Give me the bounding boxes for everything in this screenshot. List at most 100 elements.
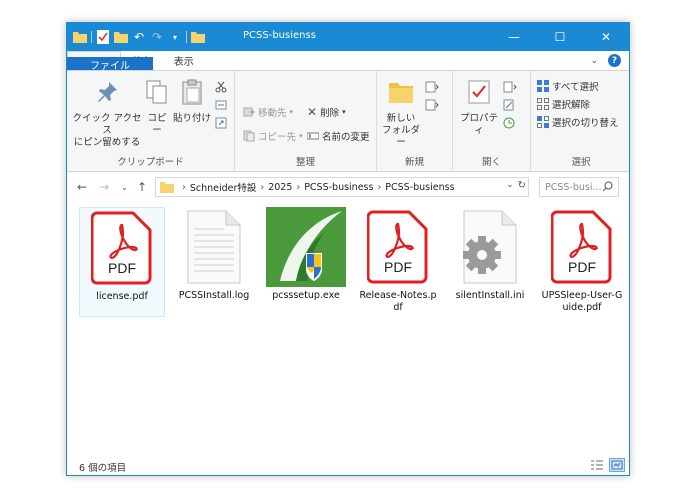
- file-item[interactable]: PDF UPSSleep-User-Guide.pdf: [539, 207, 625, 317]
- recent-locations-chevron-icon[interactable]: ⌄: [121, 183, 128, 192]
- new-folder-button[interactable]: 新しい フォルダー: [381, 79, 421, 149]
- pdf-icon-label: PDF: [384, 259, 412, 275]
- file-name: silentInstall.ini: [455, 290, 525, 301]
- back-arrow-icon[interactable]: ←: [77, 180, 87, 194]
- toolbar-separator: [186, 31, 187, 43]
- refresh-icon[interactable]: ↻: [518, 180, 526, 191]
- pin-icon: [94, 79, 120, 109]
- paste-shortcut-icon[interactable]: [215, 117, 227, 129]
- select-all-button[interactable]: すべて選択: [537, 79, 598, 93]
- invert-selection-label: 選択の切り替え: [552, 118, 619, 129]
- open-group: プロパティ 開く: [453, 71, 531, 171]
- details-view-icon[interactable]: [589, 458, 605, 472]
- minimize-button[interactable]: —: [491, 23, 537, 51]
- redo-icon[interactable]: ↷: [150, 29, 164, 45]
- breadcrumb-separator: ›: [182, 181, 186, 193]
- view-toggle: [589, 458, 625, 472]
- copy-label: コピー: [147, 113, 167, 136]
- select-none-icon: [537, 98, 549, 110]
- forward-arrow-icon[interactable]: →: [99, 180, 109, 194]
- rename-button[interactable]: 名前の変更: [306, 129, 370, 143]
- delete-label: 削除: [320, 108, 340, 119]
- new-folder-icon[interactable]: [114, 29, 128, 45]
- search-input[interactable]: PCSS-busi...: [539, 177, 619, 197]
- select-none-button[interactable]: 選択解除: [537, 97, 590, 111]
- file-name: PCSSInstall.log: [178, 290, 250, 301]
- file-item[interactable]: silentInstall.ini: [447, 207, 533, 317]
- file-item[interactable]: PDF license.pdf: [79, 207, 165, 317]
- maximize-button[interactable]: ☐: [537, 23, 583, 51]
- address-bar[interactable]: › Schneider特設 › 2025 › PCSS-business › P…: [155, 177, 529, 197]
- copy-to-icon: [243, 130, 255, 142]
- folder-icon: [73, 29, 87, 45]
- up-arrow-icon[interactable]: ↑: [137, 180, 147, 194]
- folder-icon: [160, 181, 174, 193]
- installer-icon: [266, 207, 346, 287]
- rename-label: 名前の変更: [322, 132, 370, 143]
- copy-to-button[interactable]: コピー先 ▾: [243, 129, 303, 143]
- file-item[interactable]: pcsssetup.exe: [263, 207, 349, 317]
- log-file-icon: [174, 207, 254, 287]
- delete-button[interactable]: ✕ 削除 ▾: [307, 105, 346, 119]
- close-button[interactable]: ✕: [583, 23, 629, 51]
- breadcrumb-item[interactable]: Schneider特設: [190, 180, 257, 194]
- new-item-icon[interactable]: [425, 81, 439, 93]
- select-group-label: 選択: [571, 157, 591, 168]
- properties-icon[interactable]: [96, 29, 110, 45]
- large-icons-view-icon[interactable]: [609, 458, 625, 472]
- copy-to-label: コピー先: [258, 132, 297, 143]
- move-to-button[interactable]: 移動先 ▾: [243, 105, 293, 119]
- file-list: PDF license.pdf PCSSInstall.log pcsssetu…: [67, 201, 629, 457]
- file-item[interactable]: PDF Release-Notes.pdf: [355, 207, 441, 317]
- address-bar-actions: ⌄ ↻: [506, 180, 526, 191]
- pin-label-line2: にピン留めする: [73, 137, 141, 148]
- breadcrumb-separator: ›: [260, 181, 265, 193]
- breadcrumb-item[interactable]: PCSS-business: [304, 182, 373, 193]
- tab-view[interactable]: 表示: [163, 51, 205, 70]
- invert-selection-button[interactable]: 選択の切り替え: [537, 115, 619, 129]
- breadcrumb-item[interactable]: 2025: [268, 182, 292, 193]
- select-none-label: 選択解除: [552, 100, 591, 111]
- chevron-down-icon: ▾: [299, 132, 303, 140]
- move-to-label: 移動先: [258, 108, 287, 119]
- copy-path-icon[interactable]: [215, 99, 227, 111]
- open-icon[interactable]: [503, 81, 517, 93]
- delete-icon: ✕: [307, 105, 318, 119]
- cut-icon[interactable]: [215, 81, 227, 93]
- file-name: Release-Notes.pdf: [359, 290, 437, 313]
- window-controls: — ☐ ✕: [491, 23, 629, 51]
- properties-icon: [466, 79, 492, 109]
- easy-access-icon[interactable]: [425, 99, 439, 111]
- breadcrumb-separator: ›: [377, 181, 382, 193]
- chevron-down-icon[interactable]: ⌄: [506, 180, 514, 191]
- pdf-icon-label: PDF: [568, 259, 596, 275]
- copy-button[interactable]: コピー: [143, 79, 171, 137]
- chevron-down-icon[interactable]: ⌄: [590, 56, 598, 66]
- chevron-down-icon: ▾: [342, 108, 346, 116]
- undo-icon[interactable]: ↶: [132, 29, 146, 45]
- edit-icon[interactable]: [503, 99, 515, 111]
- new-group: 新しい フォルダー 新規: [377, 71, 453, 171]
- pin-quick-access-button[interactable]: クイック アクセス にピン留めする: [71, 79, 143, 149]
- history-icon[interactable]: [503, 117, 515, 129]
- window-title: PCSS-busienss: [243, 30, 316, 41]
- file-item[interactable]: PCSSInstall.log: [171, 207, 257, 317]
- properties-button[interactable]: プロパティ: [457, 79, 501, 137]
- invert-selection-icon: [537, 116, 549, 128]
- title-folder-icon: [191, 29, 205, 45]
- open-group-label: 開く: [481, 157, 501, 168]
- explorer-window: ↶ ↷ ▾ PCSS-busienss — ☐ ✕ ファイル ホーム 共有 表示…: [66, 22, 630, 476]
- ribbon-tabs: ファイル ホーム 共有 表示 ⌄ ?: [67, 51, 629, 167]
- move-to-icon: [243, 106, 255, 118]
- help-icon[interactable]: ?: [608, 54, 621, 67]
- paste-button[interactable]: 貼り付け: [171, 79, 213, 125]
- select-all-label: すべて選択: [552, 82, 599, 93]
- customize-toolbar-icon[interactable]: ▾: [168, 29, 182, 45]
- status-bar: 6 個の項目: [67, 455, 629, 475]
- pdf-icon: PDF: [542, 207, 622, 287]
- pdf-icon: PDF: [82, 208, 162, 288]
- new-folder-label-line2: フォルダー: [381, 125, 420, 148]
- search-icon: [602, 181, 613, 195]
- breadcrumb-item[interactable]: PCSS-busienss: [385, 182, 454, 193]
- pdf-icon: PDF: [358, 207, 438, 287]
